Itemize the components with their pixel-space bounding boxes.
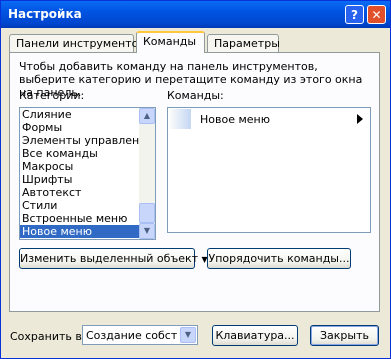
category-item[interactable]: Элементы управления — [20, 134, 155, 147]
close-window-button[interactable]: ✕ — [367, 5, 386, 24]
save-in-combobox[interactable]: Создание собственн ▼ — [82, 325, 198, 345]
category-item[interactable]: Шрифты — [20, 173, 155, 186]
save-in-label: Сохранить в: — [10, 330, 86, 343]
command-item[interactable]: Новое меню — [169, 109, 369, 129]
tab-commands[interactable]: Команды — [136, 31, 205, 53]
categories-list[interactable]: Слияние Формы Элементы управления Все коман… — [19, 107, 156, 240]
category-item[interactable]: Новое меню — [20, 225, 155, 238]
category-item[interactable]: Макросы — [20, 160, 155, 173]
scroll-up-icon[interactable]: ▲ — [139, 108, 155, 124]
scroll-down-icon[interactable]: ▼ — [139, 223, 155, 239]
save-in-value: Создание собственн — [86, 329, 178, 342]
modify-selection-button[interactable]: Изменить выделенный объект ▼ — [19, 248, 208, 269]
customize-dialog: Настройка ? ✕ Панели инструментов Команд… — [0, 0, 391, 359]
category-item[interactable]: Формы — [20, 121, 155, 134]
categories-scrollbar[interactable]: ▲ ▼ — [139, 108, 155, 239]
scroll-thumb[interactable] — [139, 203, 155, 223]
commands-tab-panel: Чтобы добавить команду на панель инструм… — [9, 52, 380, 312]
category-item[interactable]: Встроенные меню — [20, 212, 155, 225]
help-button[interactable]: ? — [345, 5, 364, 24]
command-label: Новое меню — [200, 113, 270, 126]
tab-options[interactable]: Параметры — [207, 34, 280, 52]
categories-label: Категории: — [19, 89, 85, 102]
rearrange-commands-button[interactable]: Упорядочить команды... — [207, 248, 351, 269]
commands-list[interactable]: Новое меню — [167, 107, 371, 233]
commands-label: Команды: — [167, 89, 224, 102]
category-item[interactable]: Автотекст — [20, 186, 155, 199]
window-title: Настройка — [8, 7, 82, 21]
category-item[interactable]: Стили — [20, 199, 155, 212]
menu-icon — [169, 109, 191, 129]
submenu-arrow-icon — [357, 114, 363, 124]
category-item[interactable]: Все команды — [20, 147, 155, 160]
category-item[interactable]: Слияние — [20, 108, 155, 121]
tab-toolbars[interactable]: Панели инструментов — [9, 34, 145, 52]
chevron-down-icon[interactable]: ▼ — [180, 327, 196, 343]
title-bar[interactable]: Настройка ? ✕ — [1, 1, 390, 28]
keyboard-button[interactable]: Клавиатура... — [212, 325, 298, 346]
close-button[interactable]: Закрыть — [310, 325, 379, 346]
